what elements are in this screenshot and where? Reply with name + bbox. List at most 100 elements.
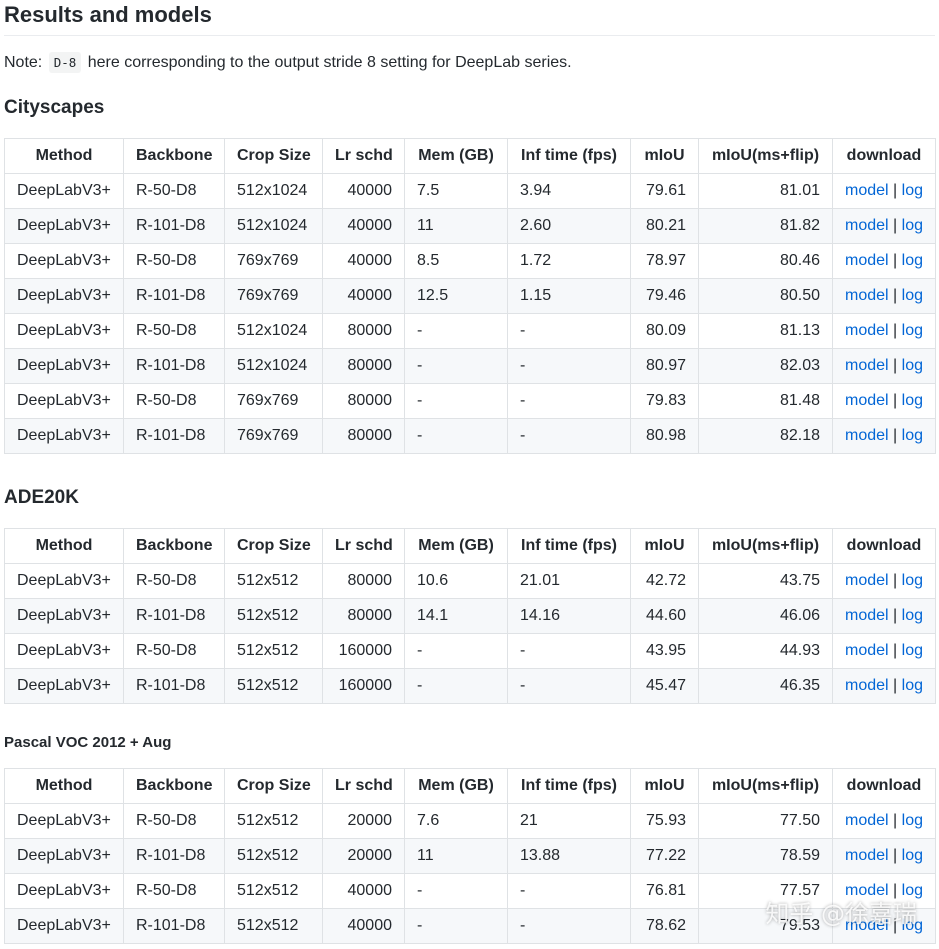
table-row: DeepLabV3+ R-101-D8 512x512 80000 14.1 14.16 4… <box>4 598 936 634</box>
table-cell: 20000 <box>322 838 405 874</box>
model-link[interactable]: model <box>845 642 889 659</box>
model-link[interactable]: model <box>845 217 889 234</box>
table-cell: DeepLabV3+ <box>4 873 124 909</box>
note-prefix: Note: <box>4 54 43 71</box>
table-cell: 1.72 <box>507 243 631 279</box>
table-cell: 2.60 <box>507 208 631 244</box>
link-separator: | <box>893 217 898 234</box>
table-cell: 20000 <box>322 803 405 839</box>
table-cell: DeepLabV3+ <box>4 633 124 669</box>
log-link[interactable]: log <box>902 427 923 444</box>
log-link[interactable]: log <box>902 357 923 374</box>
page-title: Results and models <box>4 0 935 36</box>
table-cell: R-50-D8 <box>123 173 225 209</box>
table-cell: 512x512 <box>224 598 323 634</box>
table-cell: 40000 <box>322 173 405 209</box>
column-header: mIoU(ms+flip) <box>698 528 833 564</box>
link-separator: | <box>893 182 898 199</box>
model-link[interactable]: model <box>845 427 889 444</box>
table-cell: 76.81 <box>630 873 699 909</box>
table-cell: R-101-D8 <box>123 838 225 874</box>
link-separator: | <box>893 392 898 409</box>
table-row: DeepLabV3+ R-50-D8 512x1024 80000- -80.09 81.… <box>4 313 936 349</box>
table-cell: DeepLabV3+ <box>4 838 124 874</box>
table-row: DeepLabV3+ R-50-D8 512x512 20000 7.6 21 75.93 7… <box>4 803 936 839</box>
log-link[interactable]: log <box>902 847 923 864</box>
table-cell: 12.5 <box>404 278 508 314</box>
log-link[interactable]: log <box>902 812 923 829</box>
column-header: Lr schd <box>322 528 405 564</box>
log-link[interactable]: log <box>902 217 923 234</box>
link-separator: | <box>893 847 898 864</box>
column-header: Backbone <box>123 138 225 174</box>
table-cell: R-101-D8 <box>123 208 225 244</box>
model-link[interactable]: model <box>845 182 889 199</box>
log-link[interactable]: log <box>902 572 923 589</box>
column-header: download <box>832 768 936 804</box>
table-cell: 79.83 <box>630 383 699 419</box>
column-header: Crop Size <box>224 768 323 804</box>
column-header: Mem (GB) <box>404 768 508 804</box>
table-cell: 512x512 <box>224 908 323 944</box>
table-cell: 40000 <box>322 278 405 314</box>
table-cell: 80.46 <box>698 243 833 279</box>
table-header-row: Method Backbone Crop Size Lr schd Mem (GB) In… <box>4 528 936 564</box>
model-link[interactable]: model <box>845 677 889 694</box>
table-cell: R-101-D8 <box>123 418 225 454</box>
table-cell: 769x769 <box>224 418 323 454</box>
table-cell: 46.06 <box>698 598 833 634</box>
table-cell: - <box>404 873 508 909</box>
table-cell: 80000 <box>322 418 405 454</box>
download-cell: model | log <box>832 348 936 384</box>
table-cell: - <box>507 908 631 944</box>
section-title-ade20k: ADE20K <box>4 487 79 508</box>
table-cell: R-50-D8 <box>123 563 225 599</box>
table-cell: 80.50 <box>698 278 833 314</box>
link-separator: | <box>893 572 898 589</box>
table-cell: - <box>404 418 508 454</box>
table-cell: - <box>507 313 631 349</box>
log-link[interactable]: log <box>902 642 923 659</box>
model-link[interactable]: model <box>845 252 889 269</box>
model-link[interactable]: model <box>845 572 889 589</box>
log-link[interactable]: log <box>902 392 923 409</box>
table-cell: - <box>404 633 508 669</box>
model-link[interactable]: model <box>845 357 889 374</box>
log-link[interactable]: log <box>902 677 923 694</box>
link-separator: | <box>893 607 898 624</box>
table-cell: R-101-D8 <box>123 348 225 384</box>
table-cell: 46.35 <box>698 668 833 704</box>
table-cell: 14.16 <box>507 598 631 634</box>
download-cell: model | log <box>832 173 936 209</box>
model-link[interactable]: model <box>845 287 889 304</box>
model-link[interactable]: model <box>845 322 889 339</box>
table-cell: 80000 <box>322 348 405 384</box>
log-link[interactable]: log <box>902 322 923 339</box>
column-header: mIoU(ms+flip) <box>698 768 833 804</box>
log-link[interactable]: log <box>902 252 923 269</box>
log-link[interactable]: log <box>902 182 923 199</box>
table-cell: DeepLabV3+ <box>4 908 124 944</box>
table-cell: 1.15 <box>507 278 631 314</box>
table-cell: 512x512 <box>224 803 323 839</box>
model-link[interactable]: model <box>845 607 889 624</box>
table-row: DeepLabV3+ R-101-D8 512x1024 80000- -80.97 82… <box>4 348 936 384</box>
model-link[interactable]: model <box>845 812 889 829</box>
download-cell: model | log <box>832 633 936 669</box>
readme-page: Results and models Note: D-8 here corres… <box>4 0 936 944</box>
download-cell: model | log <box>832 243 936 279</box>
table-cell: 80000 <box>322 313 405 349</box>
table-cell: R-101-D8 <box>123 278 225 314</box>
table-cell: 82.03 <box>698 348 833 384</box>
table-cell: 81.82 <box>698 208 833 244</box>
model-link[interactable]: model <box>845 847 889 864</box>
table-cell: - <box>507 348 631 384</box>
log-link[interactable]: log <box>902 287 923 304</box>
model-link[interactable]: model <box>845 392 889 409</box>
table-cell: DeepLabV3+ <box>4 173 124 209</box>
table-cell: - <box>404 668 508 704</box>
link-separator: | <box>893 677 898 694</box>
log-link[interactable]: log <box>902 607 923 624</box>
table-cell: 81.48 <box>698 383 833 419</box>
table-row: DeepLabV3+ R-50-D8 512x512 80000 10.6 21.01 42… <box>4 563 936 599</box>
